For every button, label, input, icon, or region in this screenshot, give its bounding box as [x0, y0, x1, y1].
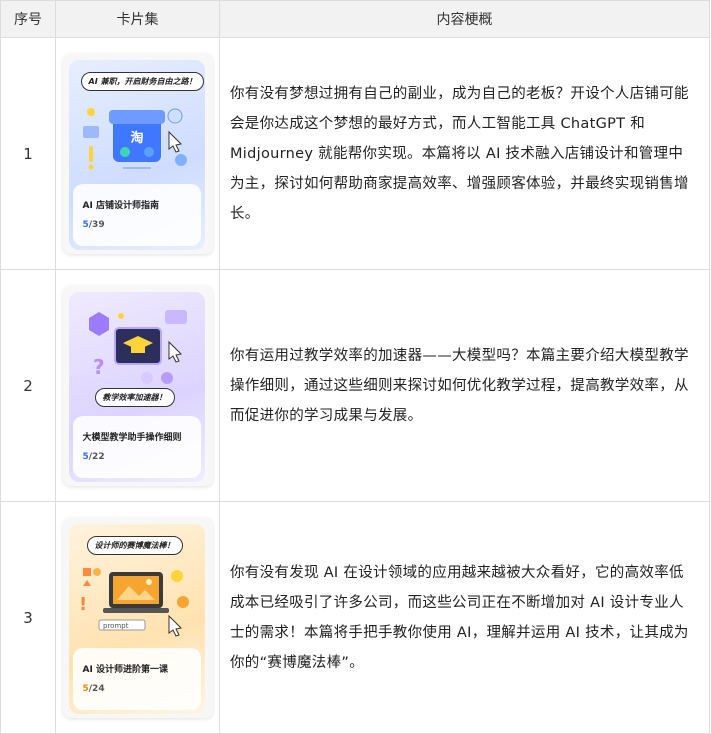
prompt-label: prompt: [103, 622, 129, 630]
row-index: 3: [0, 501, 56, 734]
table-header-row: 序号 卡片集 内容梗概: [0, 0, 710, 38]
card-cover[interactable]: 淘 AI 兼职，开启财务自由之路！ AI 店铺设计师指南 5/39: [62, 53, 213, 254]
card-title: AI 店铺设计师指南: [82, 200, 159, 211]
row-summary: 你有没有发现 AI 在设计领域的应用越来越被大众看好，它的高效率低成本已经吸引了…: [219, 501, 710, 734]
card-title: 大模型教学助手操作细则: [82, 432, 182, 443]
header-summary: 内容梗概: [219, 0, 710, 38]
row-summary: 你有没有梦想过拥有自己的副业，成为自己的老板？开设个人店铺可能会是你达成这个梦想…: [219, 37, 710, 270]
card-llm-teaching: ? 教学效率加速器！ 大模型教学助手操作细则 5/22: [68, 291, 205, 482]
card-tag: 设计师的赛博魔法棒！: [86, 535, 183, 555]
card-cover[interactable]: ? 教学效率加速器！ 大模型教学助手操作细则 5/22: [62, 285, 213, 486]
card-ai-designer: ! prompt 设计师的赛博魔法棒！ AI 设计师进阶第一课 5/24: [68, 523, 205, 714]
card-count: 5/24: [82, 683, 105, 694]
card-cover[interactable]: ! prompt 设计师的赛博魔法棒！ AI 设计师进阶第一课 5/24: [62, 517, 213, 718]
card-count: 5/39: [82, 219, 105, 230]
card-tag: AI 兼职，开启财务自由之路！: [80, 71, 205, 91]
card-footer: 大模型教学助手操作细则 5/22: [72, 415, 201, 478]
row-index: 1: [0, 37, 56, 270]
svg-text:?: ?: [93, 355, 105, 379]
shop-glyph: 淘: [130, 130, 143, 146]
content-table: 序号 卡片集 内容梗概 1 淘 AI 兼职，开启财务自由之路！ AI 店铺设计师…: [0, 0, 710, 734]
table-row: 3 ! prompt 设计师的赛博魔法棒！ AI 设计师进阶第一课 5/24 你…: [0, 501, 710, 734]
table-row: 2 ? 教学效率加速器！ 大模型教学助手操作细则 5/22 你有运用过教学效率的…: [0, 269, 710, 502]
header-cards: 卡片集: [55, 0, 220, 38]
table-row: 1 淘 AI 兼职，开启财务自由之路！ AI 店铺设计师指南 5/39 你有没有…: [0, 37, 710, 270]
svg-text:!: !: [79, 594, 87, 615]
card-footer: AI 设计师进阶第一课 5/24: [72, 647, 201, 710]
card-ai-shop: 淘 AI 兼职，开启财务自由之路！ AI 店铺设计师指南 5/39: [68, 59, 205, 250]
card-tag: 教学效率加速器！: [94, 387, 175, 407]
card-count: 5/22: [82, 451, 105, 462]
card-footer: AI 店铺设计师指南 5/39: [72, 183, 201, 246]
card-title: AI 设计师进阶第一课: [82, 664, 168, 675]
header-index: 序号: [0, 0, 56, 38]
row-summary: 你有运用过教学效率的加速器——大模型吗？本篇主要介绍大模型教学操作细则，通过这些…: [219, 269, 710, 502]
row-index: 2: [0, 269, 56, 502]
